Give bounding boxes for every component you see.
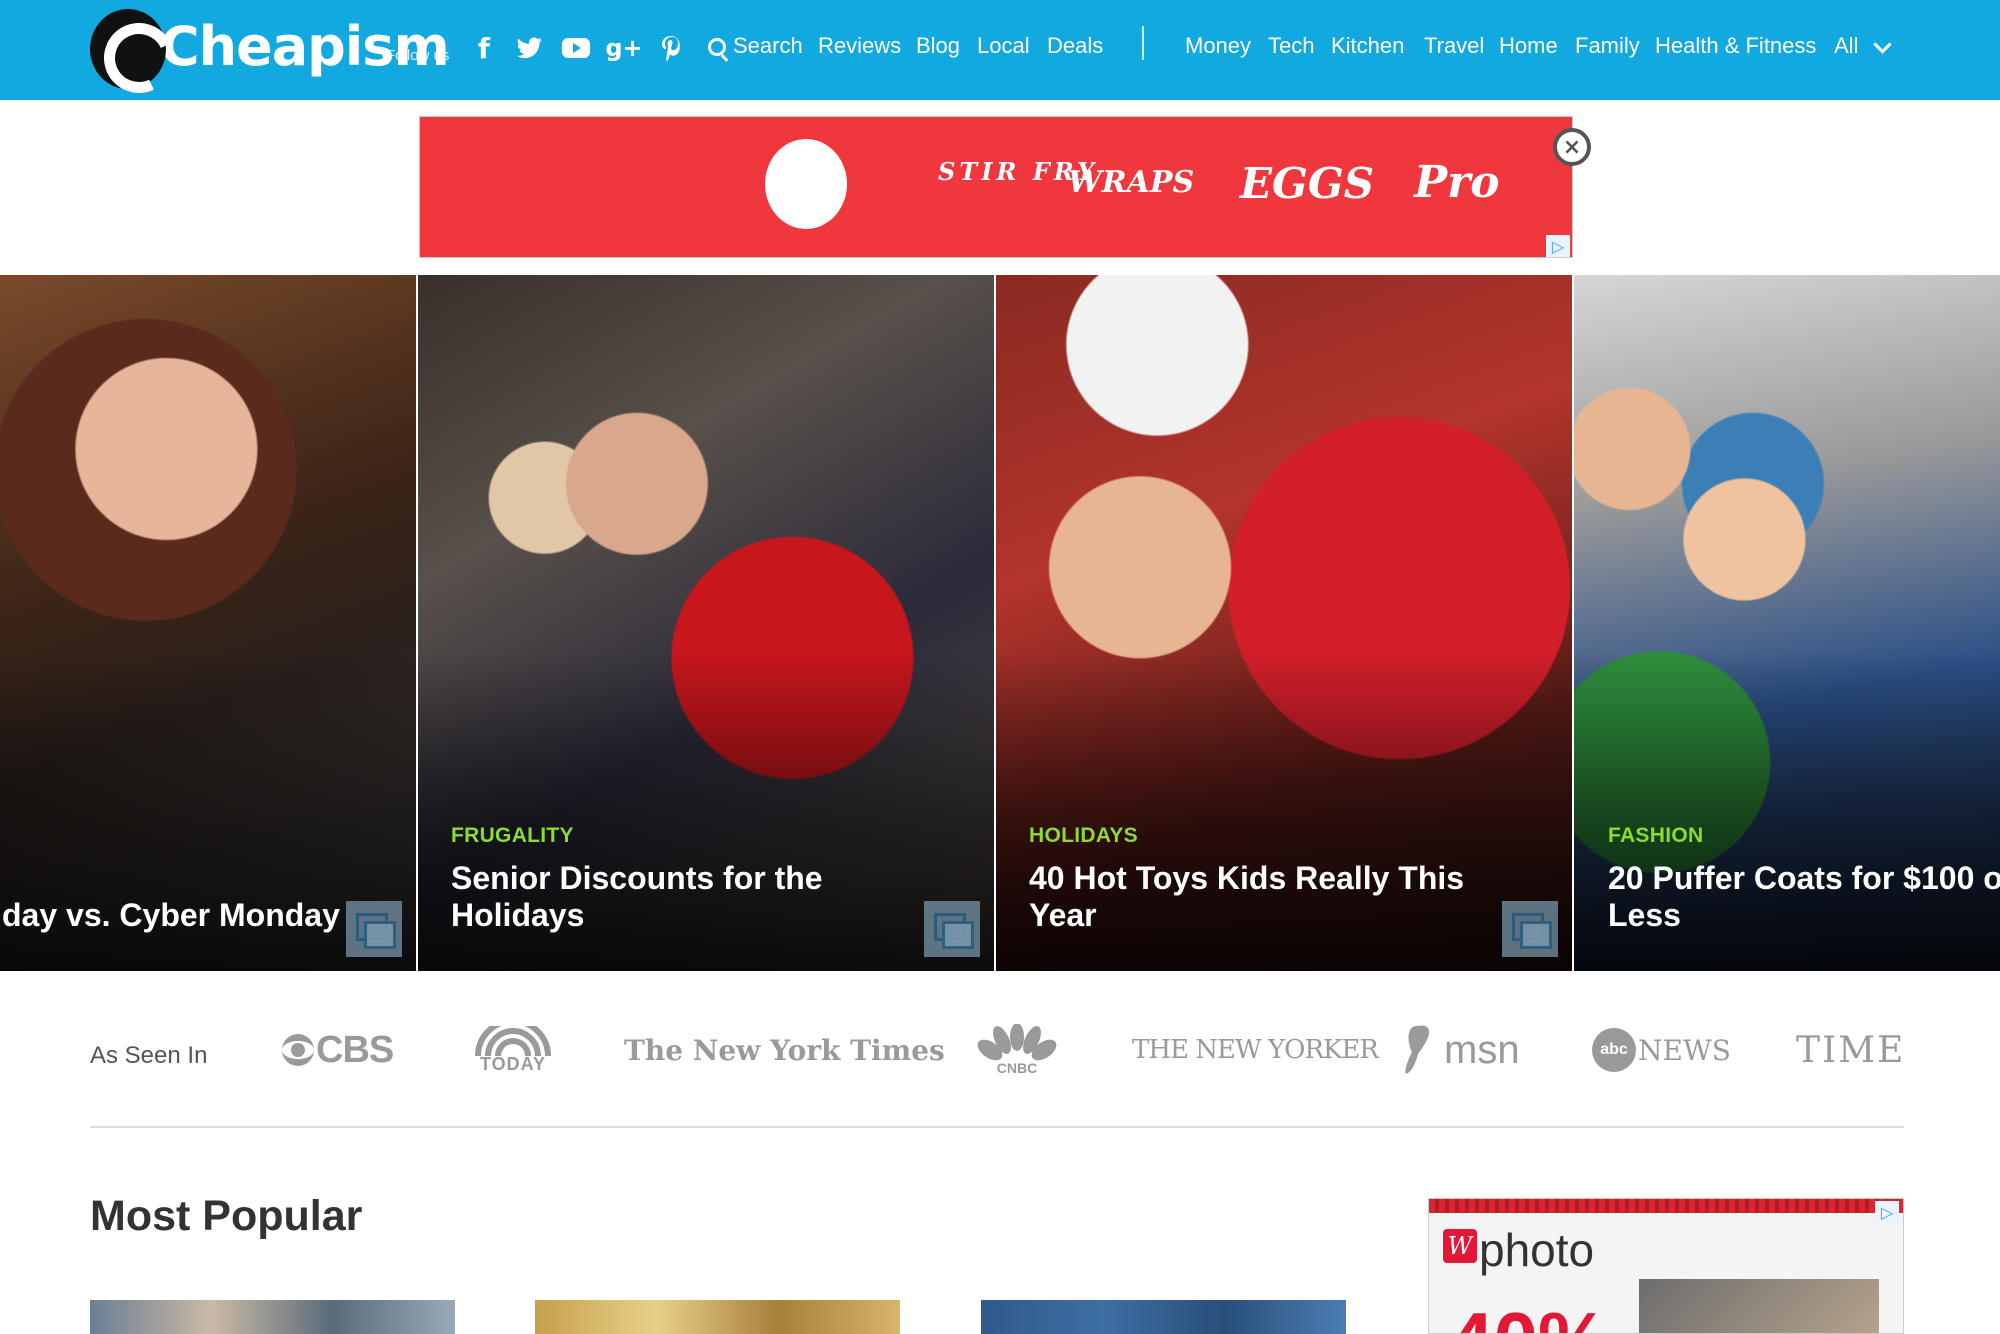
press-logo-new-yorker: THE NEW YORKER [1132,1022,1379,1078]
card-category[interactable]: FRUGALITY [451,824,574,848]
nav-family[interactable]: Family [1575,33,1640,59]
ad-item-wraps: WRAPS [1068,165,1195,200]
ad-photo-image [1639,1279,1879,1333]
nav-deals[interactable]: Deals [1047,33,1103,59]
cbs-wordmark: CBS [316,1028,394,1071]
press-logo-cnbc: CNBC [974,1022,1060,1078]
time-wordmark: TIME [1796,1029,1906,1071]
nav-divider [1142,26,1144,60]
press-logo-today: TODAY [474,1022,552,1078]
cbs-eye-icon [282,1034,314,1066]
msn-wordmark: msn [1444,1027,1520,1072]
ad-item-eggs: EGGS [1240,159,1375,208]
facebook-icon[interactable]: f [470,30,498,66]
press-logo-abc-news: abc NEWS [1592,1022,1731,1078]
carousel-card-4[interactable]: FASHION 20 Puffer Coats for $100 or Less [1574,275,2000,971]
press-logo-nyt: The New York Times [624,1022,945,1078]
ad-egg-graphic [765,139,847,229]
press-logo-time: TIME [1796,1022,1905,1078]
pinterest-icon[interactable] [654,30,688,66]
site-header: Cheapism Follow us f g+ Search Reviews B… [0,0,2000,100]
today-sunrise-icon [475,1025,551,1056]
card-title[interactable]: Senior Discounts for the Holidays [451,860,921,934]
new-yorker-wordmark: THE NEW YORKER [1132,1035,1379,1065]
nav-local[interactable]: Local [977,33,1030,59]
msn-butterfly-icon [1405,1025,1430,1074]
popular-thumb-3[interactable] [981,1300,1346,1334]
nav-tech[interactable]: Tech [1268,33,1314,59]
today-wordmark: TODAY [479,1053,547,1074]
ad-item-pro: Pro [1414,157,1500,208]
nav-health-fitness[interactable]: Health & Fitness [1655,33,1816,59]
carousel-card-1[interactable]: day vs. Cyber Monday [0,275,416,971]
card-title[interactable]: 20 Puffer Coats for $100 or Less [1608,860,2000,934]
section-divider [90,1126,1904,1128]
abc-circle-icon: abc [1592,1028,1636,1072]
logo-text: Cheapism [160,14,450,78]
youtube-icon[interactable] [558,30,594,66]
abc-news-wordmark: NEWS [1638,1033,1731,1067]
sidebar-ad[interactable]: W photo 40% ▷ [1428,1198,1904,1334]
carousel-card-2[interactable]: FRUGALITY Senior Discounts for the Holid… [418,275,994,971]
most-popular-heading: Most Popular [90,1192,363,1240]
twitter-icon[interactable] [512,30,548,66]
popular-thumb-2[interactable] [535,1300,900,1334]
nav-all[interactable]: All [1834,33,1858,59]
ad-offer-text: 40% [1449,1301,1609,1334]
walgreens-logo-icon: W [1443,1229,1477,1263]
adchoices-icon[interactable]: ▷ [1875,1201,1899,1223]
chevron-down-icon[interactable] [1873,35,1892,54]
ad-stripe [1429,1199,1903,1213]
search-icon[interactable] [708,38,726,56]
top-ad-banner[interactable]: STIR FRY WRAPS EGGS Pro ▷ [419,116,1573,258]
gallery-icon [924,901,980,957]
nav-kitchen[interactable]: Kitchen [1331,33,1404,59]
press-logo-msn: msn [1398,1022,1520,1078]
card-category[interactable]: HOLIDAYS [1029,824,1138,848]
as-seen-in-label: As Seen In [90,1042,208,1069]
card-title[interactable]: 40 Hot Toys Kids Really This Year [1029,860,1499,934]
gallery-icon [346,901,402,957]
cnbc-wordmark: CNBC [996,1060,1038,1076]
nav-reviews[interactable]: Reviews [818,33,901,59]
google-plus-icon[interactable]: g+ [604,30,644,66]
popular-thumb-1[interactable] [90,1300,455,1334]
nav-travel[interactable]: Travel [1424,33,1484,59]
nav-blog[interactable]: Blog [916,33,960,59]
nyt-wordmark: The New York Times [624,1033,945,1067]
follow-us-label: Follow us [386,47,450,64]
adchoices-icon[interactable]: ▷ [1546,235,1570,257]
close-ad-icon[interactable]: × [1553,128,1591,166]
card-category[interactable]: FASHION [1608,824,1703,848]
ad-photo-label: photo [1479,1224,1595,1276]
logo-mark [90,9,166,89]
gallery-icon [1502,901,1558,957]
press-logo-cbs: CBS [280,1022,394,1078]
nav-search[interactable]: Search [733,33,803,59]
carousel-card-3[interactable]: HOLIDAYS 40 Hot Toys Kids Really This Ye… [996,275,1572,971]
nav-money[interactable]: Money [1185,33,1251,59]
nav-home[interactable]: Home [1499,33,1558,59]
